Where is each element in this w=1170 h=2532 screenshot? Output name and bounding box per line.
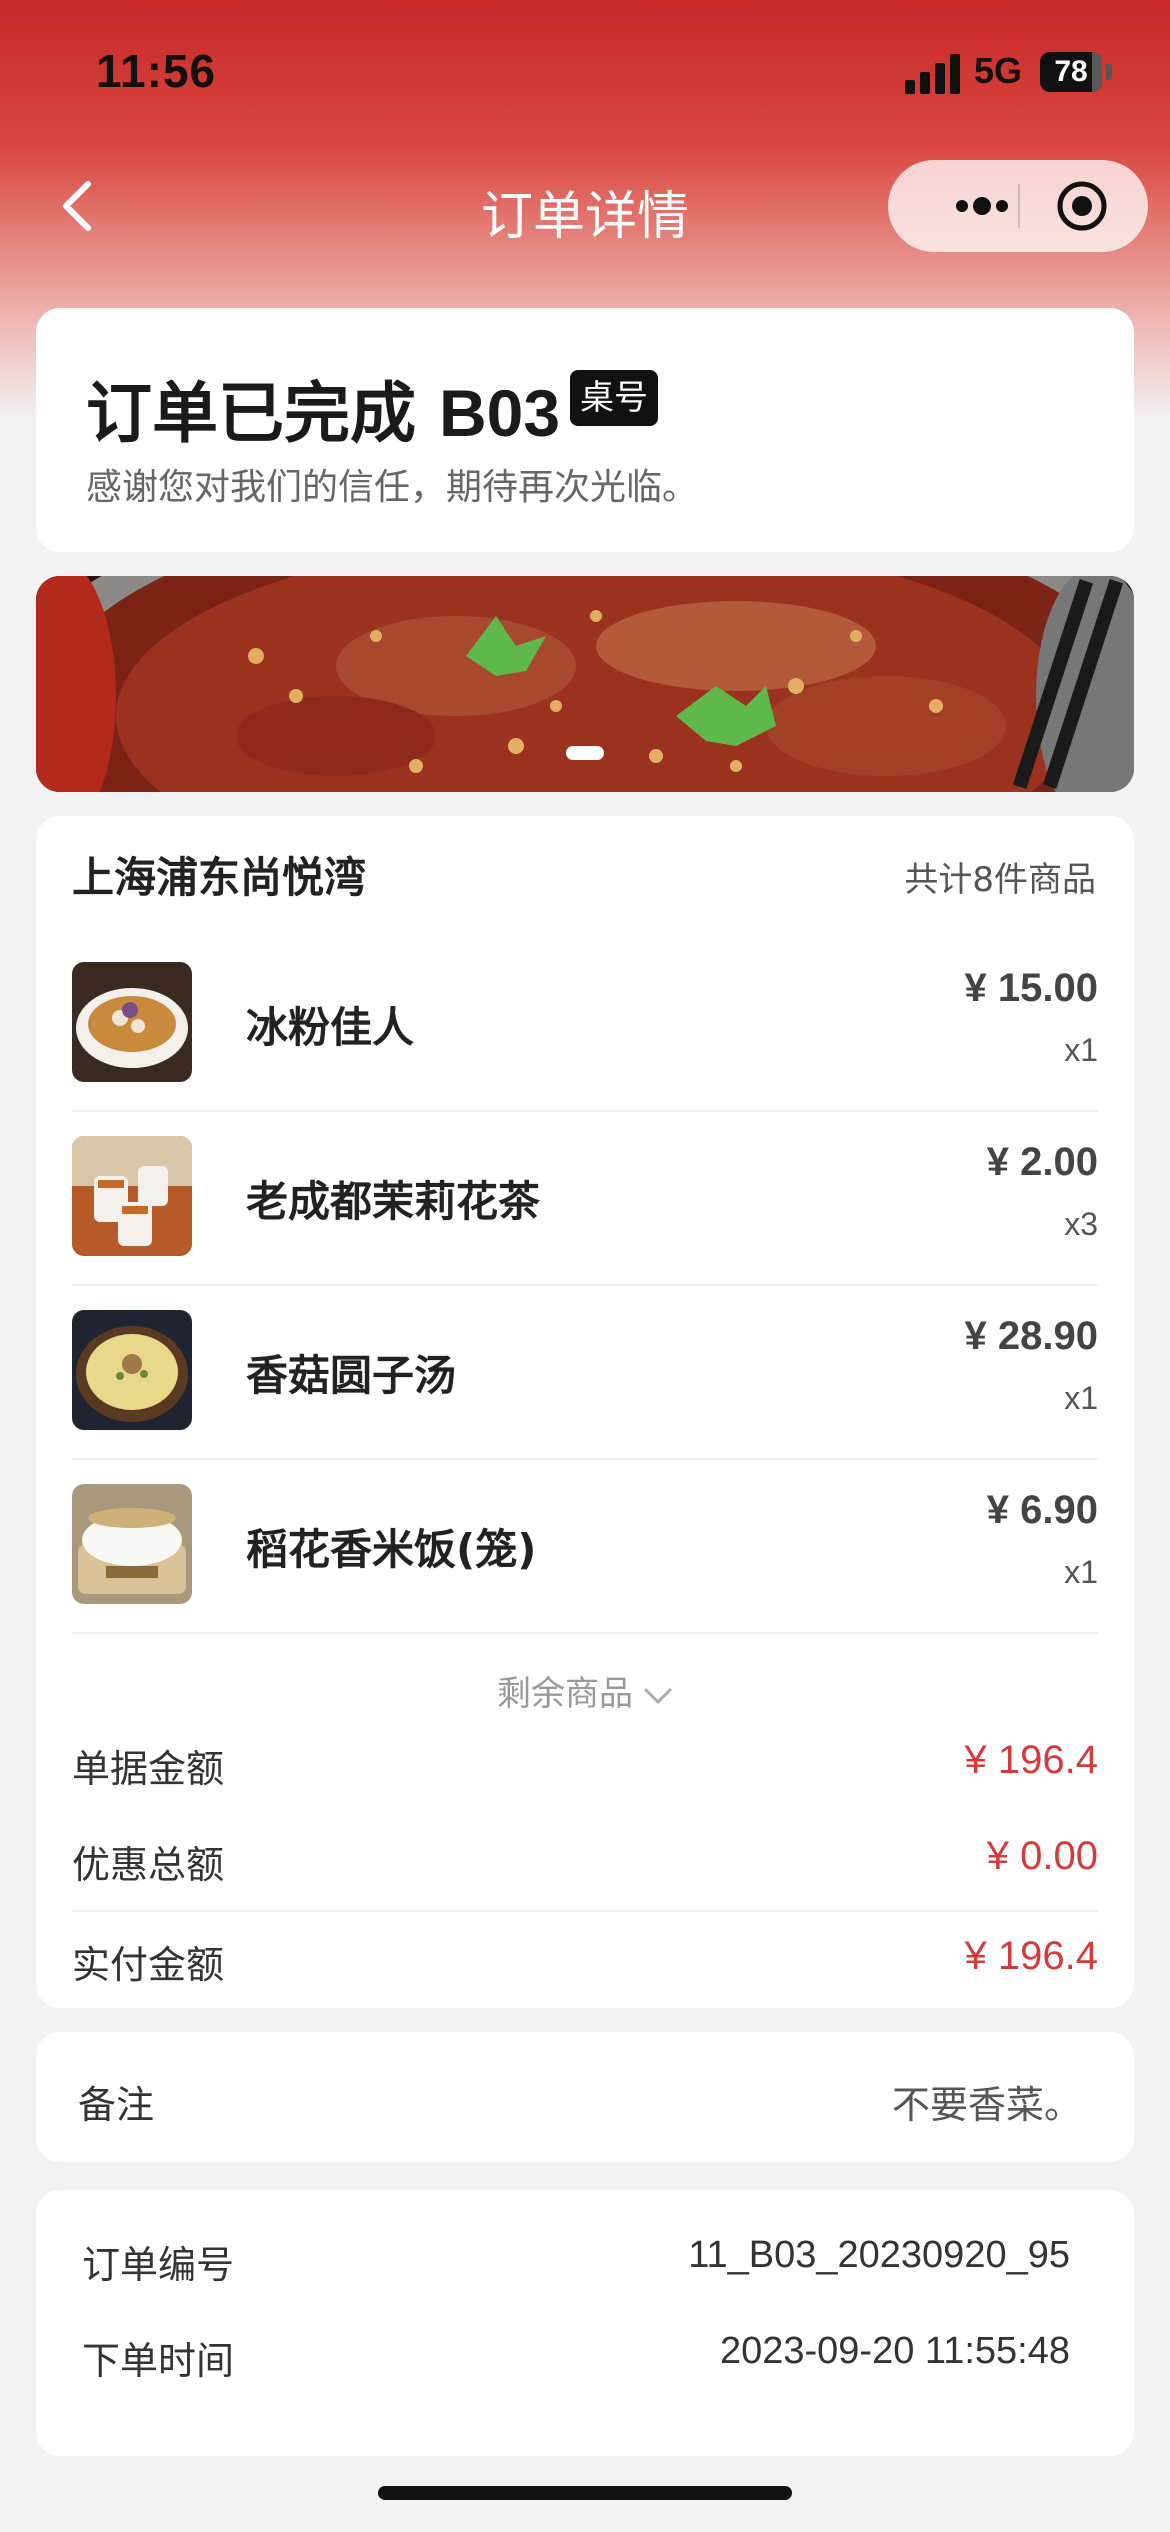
table-badge: 桌号 (570, 370, 658, 426)
item-name: 香菇圆子汤 (246, 1351, 457, 1400)
battery-icon: 78 (1040, 52, 1102, 92)
capsule-divider (1018, 184, 1020, 228)
show-more-items-button[interactable]: 剩余商品 (36, 1666, 1134, 1715)
order-status-card: 订单已完成 B03 桌号 感谢您对我们的信任，期待再次光临。 (36, 308, 1134, 552)
remark-card: 备注 不要香菜。 (36, 2032, 1134, 2162)
item-quantity: x3 (1064, 1206, 1098, 1242)
discount-row: 优惠总额 ¥ 0.00 (72, 1812, 1098, 1908)
item-name: 冰粉佳人 (246, 1003, 415, 1052)
item-count: 共计8件商品 (904, 860, 1096, 900)
item-price: ¥ 2.00 (986, 1140, 1098, 1184)
target-circle-icon[interactable] (1056, 180, 1108, 232)
order-time-label: 下单时间 (82, 2339, 235, 2383)
list-item[interactable]: 稻花香米饭(笼) ¥ 6.90 x1 (72, 1458, 1098, 1634)
store-name: 上海浦东尚悦湾 (72, 853, 367, 902)
nav-bar: 订单详情 (0, 150, 1170, 260)
remark-value: 不要香菜。 (891, 2083, 1082, 2127)
order-info-card: 订单编号 11_B03_20230920_95 下单时间 2023-09-20 … (36, 2190, 1134, 2456)
list-item[interactable]: 老成都茉莉花茶 ¥ 2.00 x3 (72, 1110, 1098, 1286)
chevron-down-icon (644, 1688, 672, 1703)
item-price: ¥ 28.90 (964, 1314, 1098, 1358)
item-price: ¥ 6.90 (986, 1488, 1098, 1532)
order-number-value[interactable]: 11_B03_20230920_95 (688, 2234, 1070, 2277)
discount-label: 优惠总额 (72, 1843, 225, 1887)
order-number-label: 订单编号 (82, 2243, 235, 2287)
list-item[interactable]: 冰粉佳人 ¥ 15.00 x1 (72, 936, 1098, 1112)
show-more-label: 剩余商品 (497, 1674, 633, 1714)
order-status-title: 订单已完成 B03 (86, 360, 560, 456)
paid-amount-label: 实付金额 (72, 1943, 225, 1987)
remark-label: 备注 (78, 2083, 155, 2127)
item-thumbnail (72, 1484, 192, 1604)
home-indicator[interactable] (378, 2486, 792, 2500)
order-status-text: 订单已完成 (86, 375, 416, 452)
bill-amount-row: 单据金额 ¥ 196.4 (72, 1716, 1098, 1812)
item-quantity: x1 (1064, 1554, 1098, 1590)
item-quantity: x1 (1064, 1380, 1098, 1416)
network-label: 5G (974, 50, 1023, 91)
order-time-value: 2023-09-20 11:55:48 (719, 2330, 1070, 2372)
food-banner-image[interactable] (36, 576, 1134, 792)
item-quantity: x1 (1064, 1032, 1098, 1068)
item-thumbnail (72, 1310, 192, 1430)
list-item[interactable]: 香菇圆子汤 ¥ 28.90 x1 (72, 1284, 1098, 1460)
item-price: ¥ 15.00 (964, 966, 1098, 1010)
paid-amount-value: ¥ 196.4 (964, 1934, 1098, 1978)
item-thumbnail (72, 1136, 192, 1256)
order-status-subtitle: 感谢您对我们的信任，期待再次光临。 (86, 467, 699, 508)
status-bar: 11:56 5G 78 (0, 0, 1170, 140)
bill-amount-label: 单据金额 (72, 1747, 225, 1791)
item-name: 稻花香米饭(笼) (246, 1525, 537, 1574)
item-thumbnail (72, 962, 192, 1082)
discount-value: ¥ 0.00 (986, 1834, 1098, 1878)
table-number: B03 (438, 376, 561, 450)
signal-icon (905, 52, 961, 94)
paid-amount-row: 实付金额 ¥ 196.4 (72, 1912, 1098, 2008)
status-time: 11:56 (96, 45, 217, 97)
order-items-card: 上海浦东尚悦湾 共计8件商品 冰粉佳人 ¥ 15.00 x1 老成都茉莉花茶 ¥… (36, 816, 1134, 2008)
mini-program-capsule (888, 160, 1148, 252)
battery-tip (1106, 64, 1112, 80)
item-name: 老成都茉莉花茶 (246, 1177, 541, 1226)
more-dots-icon[interactable] (928, 160, 1048, 252)
battery-level: 78 (1054, 55, 1088, 88)
bill-amount-value: ¥ 196.4 (964, 1738, 1098, 1782)
banner-indicator (566, 746, 604, 760)
